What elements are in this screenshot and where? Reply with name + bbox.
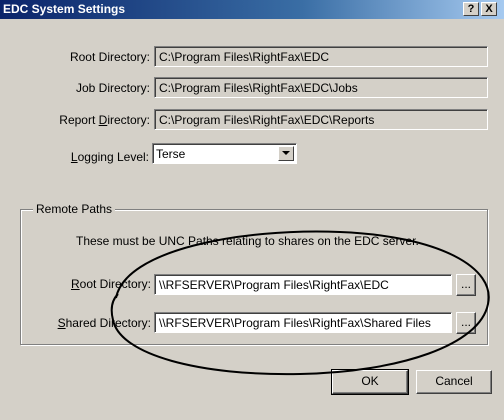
- logging-level-value: Terse: [156, 147, 186, 161]
- help-button[interactable]: ?: [463, 2, 479, 16]
- logging-level-select[interactable]: Terse: [152, 143, 297, 164]
- shared-directory-input[interactable]: \\RFSERVER\Program Files\RightFax\Shared…: [154, 312, 452, 333]
- remote-root-directory-label: Root Directory:: [70, 277, 151, 291]
- report-directory-label: Report Directory:: [59, 113, 150, 127]
- job-directory-label: Job Directory:: [75, 81, 150, 95]
- remote-paths-title: Remote Paths: [33, 202, 116, 216]
- window-title: EDC System Settings: [3, 2, 126, 16]
- ok-button[interactable]: OK: [331, 369, 409, 395]
- title-bar: EDC System Settings ? X: [0, 0, 504, 19]
- logging-level-label: Logging Level:: [70, 150, 149, 164]
- close-button[interactable]: X: [481, 2, 497, 16]
- unc-info-text: These must be UNC Paths relating to shar…: [76, 234, 419, 248]
- remote-root-directory-input[interactable]: \\RFSERVER\Program Files\RightFax\EDC: [154, 274, 452, 295]
- shared-directory-label: Shared Directory:: [57, 316, 151, 330]
- remote-root-browse-button[interactable]: ...: [456, 274, 476, 296]
- chevron-down-icon[interactable]: [278, 146, 294, 161]
- shared-browse-button[interactable]: ...: [456, 312, 476, 334]
- job-directory-field: C:\Program Files\RightFax\EDC\Jobs: [154, 77, 488, 98]
- root-directory-label: Root Directory:: [69, 50, 150, 64]
- cancel-button[interactable]: Cancel: [416, 370, 492, 394]
- report-directory-field: C:\Program Files\RightFax\EDC\Reports: [154, 109, 488, 130]
- root-directory-field: C:\Program Files\RightFax\EDC: [154, 46, 488, 67]
